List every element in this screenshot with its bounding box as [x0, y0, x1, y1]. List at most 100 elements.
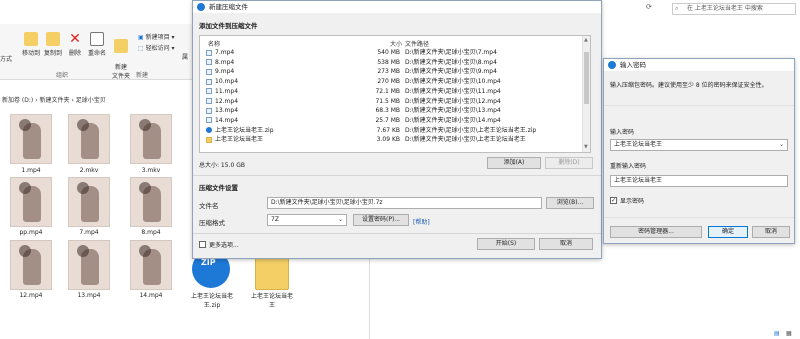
file-list-scrollbar[interactable]: ▲ ▼: [582, 36, 590, 152]
file-row[interactable]: 13.mp4 68.3 MB D:\新建文件夹\足球小宝贝\13.mp4: [200, 106, 592, 116]
video-thumbnail[interactable]: [68, 240, 110, 290]
file-size: 7.67 KB: [376, 126, 400, 134]
video-thumbnail[interactable]: [130, 177, 172, 227]
file-label[interactable]: 8.mp4: [121, 229, 181, 236]
column-header-path[interactable]: 文件路径: [405, 39, 429, 48]
file-row[interactable]: 8.mp4 538 MB D:\新建文件夹\足球小宝贝\8.mp4: [200, 58, 592, 68]
file-size: 3.09 KB: [376, 136, 400, 144]
more-options-checkbox[interactable]: [199, 241, 206, 248]
file-size: 540 MB: [377, 49, 400, 56]
file-row[interactable]: 上老王论坛当老王.zip 7.67 KB D:\新建文件夹\足球小宝贝\上老王论坛当…: [200, 126, 592, 136]
file-label[interactable]: 1.mp4: [1, 167, 61, 174]
file-label[interactable]: 7.mp4: [59, 229, 119, 236]
scroll-down-icon[interactable]: ▼: [584, 144, 588, 150]
breadcrumb-drive[interactable]: 新加卷 (D:): [2, 97, 33, 104]
rename-button[interactable]: 重命名: [86, 32, 108, 57]
new-folder-button[interactable]: 新建 文件夹: [110, 32, 132, 80]
file-path: D:\新建文件夹\足球小宝贝\11.mp4: [405, 87, 501, 95]
format-select[interactable]: 7Z ⌄: [267, 214, 347, 226]
file-label[interactable]: pp.mp4: [1, 229, 61, 236]
video-thumbnail[interactable]: [130, 114, 172, 164]
video-thumbnail[interactable]: [130, 240, 172, 290]
file-path: D:\新建文件夹\足球小宝贝\上老王论坛当老王.zip: [405, 126, 537, 134]
copy-to-button[interactable]: 复制到: [42, 32, 64, 57]
password-manager-button[interactable]: 密码管理器...: [610, 226, 702, 238]
breadcrumb-folder[interactable]: 新建文件夹: [39, 97, 69, 104]
set-password-button[interactable]: 设置密码(P)...: [353, 214, 409, 226]
more-options-label[interactable]: 更多选项...: [209, 240, 239, 249]
video-thumbnail[interactable]: [10, 114, 52, 164]
file-label[interactable]: 14.mp4: [121, 292, 181, 299]
details-view-icon[interactable]: ▤: [774, 330, 780, 337]
format-select-value: 7Z: [271, 216, 279, 223]
file-row[interactable]: 10.mp4 270 MB D:\新建文件夹\足球小宝贝\10.mp4: [200, 77, 592, 87]
file-icon: [206, 68, 212, 75]
file-name: 11.mp4: [215, 87, 239, 95]
delete-button[interactable]: ✕ 删除: [66, 32, 84, 57]
file-path: D:\新建文件夹\足球小宝贝\13.mp4: [405, 107, 501, 115]
zip-file-label-line2[interactable]: 王.zip: [182, 300, 242, 309]
file-row[interactable]: 12.mp4 71.5 MB D:\新建文件夹\足球小宝贝\12.mp4: [200, 97, 592, 107]
video-thumbnail[interactable]: [68, 177, 110, 227]
reenter-password-input[interactable]: 上老王论坛当老王: [610, 175, 788, 187]
video-thumbnail[interactable]: [68, 114, 110, 164]
show-password-checkbox[interactable]: ✓: [610, 197, 617, 204]
help-link[interactable]: [帮助]: [413, 217, 430, 226]
scroll-up-icon[interactable]: ▲: [584, 37, 588, 43]
cancel-button[interactable]: 取消: [539, 238, 593, 250]
file-size: 273 MB: [377, 68, 400, 76]
breadcrumb-current[interactable]: 足球小宝贝: [76, 97, 106, 104]
app-logo-icon: [197, 3, 205, 11]
file-label[interactable]: 12.mp4: [1, 292, 61, 299]
start-button[interactable]: 开始(S): [477, 238, 535, 250]
file-label[interactable]: 13.mp4: [59, 292, 119, 299]
folder-icon: [206, 136, 212, 143]
file-row[interactable]: 7.mp4 540 MB D:\新建文件夹\足球小宝贝\7.mp4: [200, 48, 592, 58]
ok-button[interactable]: 确定: [708, 226, 748, 238]
file-name: 9.mp4: [215, 68, 235, 76]
file-name: 13.mp4: [215, 107, 239, 115]
file-label[interactable]: 3.mkv: [121, 167, 181, 174]
delete-button[interactable]: 删除(D): [545, 157, 593, 169]
password-input[interactable]: 上老王论坛当老王 ⌄: [610, 139, 788, 151]
easy-access-button[interactable]: ⬚ 轻松访问 ▾: [138, 43, 175, 52]
video-thumbnail[interactable]: [10, 177, 52, 227]
password-cancel-button[interactable]: 取消: [752, 226, 790, 238]
file-name: 7.mp4: [215, 49, 235, 56]
file-row[interactable]: 11.mp4 72.1 MB D:\新建文件夹\足球小宝贝\11.mp4: [200, 87, 592, 97]
filename-input[interactable]: D:\新建文件夹\足球小宝贝\足球小宝贝.7z: [267, 197, 542, 209]
file-row[interactable]: 9.mp4 273 MB D:\新建文件夹\足球小宝贝\9.mp4: [200, 67, 592, 77]
file-size: 538 MB: [377, 58, 400, 66]
password-dialog-titlebar[interactable]: 输入密码: [604, 59, 794, 71]
video-thumbnail[interactable]: [10, 240, 52, 290]
new-item-button[interactable]: ▣ 新建项目 ▾: [138, 32, 175, 41]
refresh-icon[interactable]: ⟳: [646, 3, 652, 11]
file-path: D:\新建文件夹\足球小宝贝\上老王论坛当老王: [405, 136, 526, 144]
file-list[interactable]: 名称 大小 文件路径 7.mp4 540 MB D:\新建文件夹\足球小宝贝\7.m…: [199, 35, 591, 153]
chevron-down-icon[interactable]: ⌄: [779, 140, 784, 150]
column-header-size[interactable]: 大小: [390, 39, 402, 48]
thumbnail-image: [77, 245, 89, 257]
file-label[interactable]: 2.mkv: [59, 167, 119, 174]
folder-move-icon: [24, 32, 38, 46]
folder-label-line1[interactable]: 上老王论坛当老: [242, 291, 302, 300]
column-header-name[interactable]: 名称: [208, 39, 220, 48]
file-row[interactable]: 14.mp4 25.7 MB D:\新建文件夹\足球小宝贝\14.mp4: [200, 116, 592, 126]
file-name: 上老王论坛当老王.zip: [215, 126, 274, 134]
ribbon-cut-label[interactable]: 方式: [0, 54, 12, 63]
scrollbar-thumb[interactable]: [584, 52, 589, 104]
folder-label-line2[interactable]: 王: [242, 300, 302, 309]
move-to-button[interactable]: 移动到: [20, 32, 42, 57]
app-logo-icon: [608, 61, 616, 69]
show-password-label[interactable]: 显示密码: [620, 196, 644, 205]
file-icon: [206, 98, 212, 104]
search-input[interactable]: ⌕ 在 上老王论坛当老王 中搜索: [672, 3, 796, 15]
new-item-icon: ▣: [138, 34, 146, 41]
zip-file-label-line1[interactable]: 上老王论坛当老: [182, 291, 242, 300]
reenter-password-label: 重新输入密码: [610, 163, 647, 170]
file-row[interactable]: 上老王论坛当老王 3.09 KB D:\新建文件夹\足球小宝贝\上老王论坛当老王: [200, 135, 592, 145]
browse-button[interactable]: 浏览(B)...: [546, 197, 594, 209]
add-button[interactable]: 添加(A): [487, 157, 541, 169]
large-icons-view-icon[interactable]: ▦: [786, 330, 792, 337]
dialog-titlebar[interactable]: 新建压缩文件: [193, 1, 601, 13]
